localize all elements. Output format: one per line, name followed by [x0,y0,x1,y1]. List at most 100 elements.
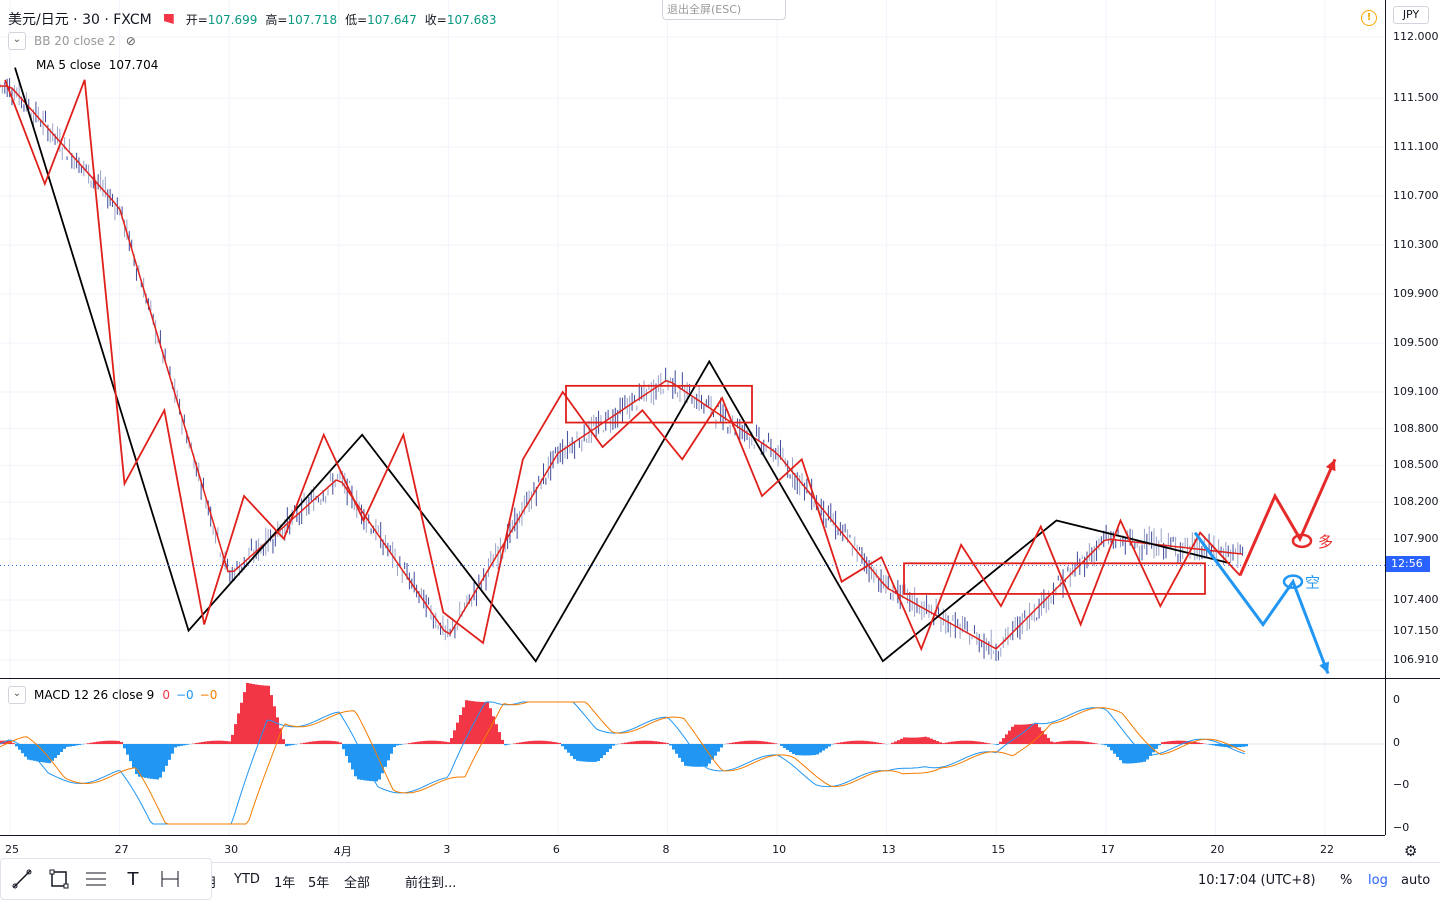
hidden-eye-icon[interactable]: ⊘ [126,34,136,48]
price-label: 111.500 [1393,91,1439,105]
macd-bar [987,743,990,744]
macd-bar [72,744,75,747]
macd-bar [558,742,561,744]
macd-label[interactable]: MACD 12 26 close 9 [34,688,154,702]
macd-bar [915,737,918,744]
macd-bar [873,741,876,744]
macd-bar [342,744,345,750]
macd-bar [681,744,684,762]
symbol-title[interactable]: 美元/日元 · 30 · FXCM [8,9,152,29]
macd-bar [924,736,927,744]
macd-bar [66,744,69,747]
macd-bar [834,743,837,744]
macd-bar [339,742,342,744]
fib-tool-icon[interactable] [81,864,111,894]
macd-bar [249,683,252,744]
range-ytd-button[interactable]: YTD [234,872,260,887]
rectangle-tool-icon[interactable] [44,864,74,894]
macd-bar [747,740,750,744]
bb-label[interactable]: BB 20 close 2 [34,34,116,48]
measure-tool-icon[interactable] [155,864,185,894]
current-price-tag: 12:56 [1386,556,1430,572]
macd-bar [564,744,567,750]
macd-bar [126,744,129,755]
macd-bar [1074,740,1077,744]
trendline-tool-icon[interactable] [7,864,37,894]
price-label: 107.150 [1393,623,1439,637]
macd-bar [843,741,846,744]
exit-fullscreen-button[interactable]: 退出全屏(ESC) [662,0,786,20]
macd-bar [87,743,90,744]
log-toggle[interactable]: log [1368,873,1388,888]
ma-label[interactable]: MA 5 close [36,58,101,72]
price-label: 106.910 [1393,653,1439,666]
macd-bar [951,741,954,744]
low-value: 107.647 [367,12,417,27]
price-label: 107.400 [1393,593,1439,607]
macd-bar [1047,737,1050,744]
auto-toggle[interactable]: auto [1401,873,1430,888]
currency-button[interactable]: JPY [1393,6,1429,24]
macd-bar [672,744,675,750]
ohlc-high: 高=107.718 [265,11,337,28]
macd-bar [408,743,411,744]
macd-bar [645,740,648,744]
macd-bar [321,740,324,744]
macd-bar [201,741,204,744]
macd-bar [1197,742,1200,744]
macd-bar [1089,742,1092,744]
settings-gear-icon[interactable]: ⚙ [1404,842,1417,860]
time-axis[interactable] [0,835,1385,859]
macd-bar [180,744,183,746]
long-projection-arrow [1238,458,1337,577]
alert-icon[interactable]: ! [1361,10,1377,26]
text-tool-icon[interactable]: T [118,864,148,894]
macd-bar [1209,744,1212,745]
macd-bar [876,742,879,744]
macd-bar [927,737,930,744]
collapse-macd-button[interactable]: ⌄ [8,686,26,704]
macd-bar [348,744,351,763]
macd-bar [636,740,639,744]
macd-bar [954,741,957,744]
range-all-button[interactable]: 全部 [344,872,370,891]
macd-bar [450,738,453,744]
macd-bar [375,744,378,782]
macd-bar [516,742,519,744]
macd-bar [720,744,723,748]
collapse-legend-button[interactable]: ⌄ [8,32,26,50]
macd-bar [1065,740,1068,744]
macd-bar [813,744,816,756]
macd-bar [534,740,537,744]
macd-bar [789,744,792,752]
macd-bar [141,744,144,778]
clock[interactable]: 10:17:04 (UTC+8) [1198,873,1316,888]
macd-bar [825,744,828,749]
macd-bar [117,740,120,744]
macd-bar [588,744,591,762]
macd-bar [1056,741,1059,744]
range-5y-button[interactable]: 5年 [308,872,329,891]
macd-bar [210,740,213,744]
macd-bar [894,741,897,744]
goto-date-button[interactable]: 前往到... [405,872,456,891]
price-chart[interactable]: 多空 [0,0,1385,835]
macd-bar [597,744,600,762]
price-label: 107.900 [1393,531,1439,545]
macd-bar [507,744,510,745]
macd-bar [582,744,585,762]
pane-separator[interactable] [0,678,1385,679]
macd-bar [228,741,231,744]
macd-bar [897,740,900,744]
macd-bar [669,744,672,746]
macd-bar [1158,744,1161,746]
macd-bar [546,741,549,744]
macd-bar [300,743,303,744]
macd-bar [729,743,732,744]
macd-bar [936,741,939,744]
percent-toggle[interactable]: % [1340,873,1352,888]
macd-bar [573,744,576,760]
range-1y-button[interactable]: 1年 [274,872,295,891]
price-axis[interactable] [1385,0,1440,835]
macd-bar [576,744,579,761]
